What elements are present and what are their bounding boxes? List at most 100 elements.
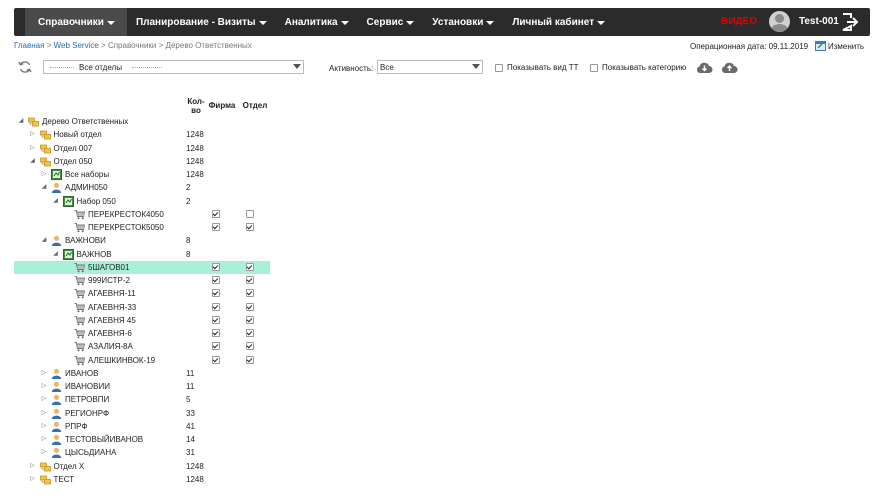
dept-checkbox[interactable] (246, 302, 254, 311)
firm-checkbox[interactable] (212, 329, 220, 337)
firm-checkbox[interactable] (212, 342, 220, 351)
tree-node-label[interactable]: Отдел 050 (54, 157, 93, 166)
change-date-link[interactable]: Изменить (828, 42, 864, 51)
tree-node-label[interactable]: АЗАЛИЯ-8А (88, 342, 133, 351)
expand-triangle-icon[interactable]: ▷ (41, 396, 47, 402)
firm-checkbox[interactable] (212, 315, 220, 324)
tree-node-row[interactable]: ▷ РПРФ 41 (14, 420, 270, 433)
tree-node-label[interactable]: ВАЖНОВИ (65, 236, 106, 245)
department-select[interactable]: Все отделы (43, 60, 304, 74)
tree-leaf-row[interactable]: АЛЕШКИНВОК-19 (14, 354, 270, 367)
collapse-triangle-icon[interactable]: ◢ (30, 158, 36, 164)
tree-node-label[interactable]: ЦЫСЬДИАНА (65, 448, 116, 457)
firm-checkbox[interactable] (212, 302, 220, 311)
tree-node-label[interactable]: АДМИН050 (65, 183, 108, 192)
expand-triangle-icon[interactable]: ▷ (41, 171, 47, 177)
collapse-triangle-icon[interactable]: ◢ (53, 198, 59, 204)
expand-triangle-icon[interactable]: ▷ (41, 423, 47, 429)
firm-checkbox[interactable] (212, 289, 220, 298)
tree-node-row[interactable]: ▷ ЦЫСЬДИАНА 31 (14, 446, 270, 459)
nav-menu-item[interactable]: Справочники (25, 8, 127, 36)
username[interactable]: Test-001 (799, 8, 839, 36)
tree-leaf-row[interactable]: АГАЕВНЯ-11 (14, 287, 270, 300)
tree-node-row[interactable]: ◢ Дерево Ответственных (14, 115, 270, 128)
tree-leaf-row[interactable]: 999ИСТР-2 (14, 274, 270, 287)
tree-leaf-row[interactable]: 5ШАГОВ01 (14, 260, 270, 274)
tree-node-label[interactable]: АГАЕВНЯ-33 (88, 303, 136, 312)
firm-checkbox[interactable] (212, 276, 220, 284)
expand-triangle-icon[interactable]: ▷ (30, 131, 36, 137)
tree-node-row[interactable]: ▷ ТЕСТОВЫЙИВАНОВ 14 (14, 433, 270, 446)
tree-leaf-row[interactable]: АГАЕВНЯ 45 (14, 314, 270, 327)
show-category-checkbox[interactable] (590, 63, 598, 72)
tree-node-label[interactable]: Новый отдел (54, 130, 102, 139)
firm-checkbox[interactable] (212, 223, 220, 231)
tree-node-label[interactable]: РПРФ (65, 422, 87, 431)
expand-triangle-icon[interactable]: ▷ (41, 449, 47, 455)
cloud-download-icon[interactable] (696, 61, 713, 74)
nav-menu-item[interactable]: Аналитика (276, 8, 358, 36)
show-tt-type-option[interactable]: Показывать вид ТТ (495, 63, 579, 72)
tree-node-row[interactable]: ▷ Все наборы 1248 (14, 168, 270, 181)
avatar[interactable] (769, 11, 790, 32)
tree-node-row[interactable]: ▷ ИВАНОВ 11 (14, 367, 270, 380)
firm-checkbox[interactable] (212, 262, 220, 271)
expand-triangle-icon[interactable]: ▷ (41, 370, 47, 376)
expand-triangle-icon[interactable]: ▷ (30, 145, 36, 151)
dept-checkbox[interactable] (246, 355, 254, 364)
show-tt-type-checkbox[interactable] (495, 63, 503, 72)
dept-checkbox[interactable] (246, 289, 254, 298)
nav-menu-item[interactable]: Планирование - Визиты (127, 8, 276, 36)
tree-node-row[interactable]: ◢ АДМИН050 2 (14, 181, 270, 194)
tree-node-label[interactable]: РЕГИОНРФ (65, 409, 109, 418)
dept-checkbox[interactable] (246, 315, 254, 324)
expand-triangle-icon[interactable]: ▷ (30, 463, 36, 469)
tree-leaf-row[interactable]: ПЕРЕКРЕСТОК5050 (14, 221, 270, 234)
dept-checkbox[interactable] (246, 209, 254, 218)
expand-triangle-icon[interactable]: ▷ (41, 436, 47, 442)
tree-node-label[interactable]: ВАЖНОВ (77, 250, 112, 259)
tree-node-label[interactable]: Все наборы (65, 170, 109, 179)
nav-menu-item[interactable]: Установки (423, 8, 503, 36)
dept-checkbox[interactable] (246, 223, 254, 231)
tree-node-row[interactable]: ▷ Отдел X 1248 (14, 460, 270, 473)
tree-node-row[interactable]: ◢ Отдел 050 1248 (14, 155, 270, 168)
tree-node-label[interactable]: ПЕРЕКРЕСТОК4050 (88, 210, 164, 219)
collapse-triangle-icon[interactable]: ◢ (18, 118, 24, 124)
tree-node-label[interactable]: Отдел 007 (54, 144, 93, 153)
nav-menu-item[interactable]: Личный кабинет (503, 8, 614, 36)
tree-node-label[interactable]: ИВАНОВИИ (65, 382, 110, 391)
tree-node-label[interactable]: 999ИСТР-2 (88, 276, 130, 285)
collapse-triangle-icon[interactable]: ◢ (53, 251, 59, 257)
tree-leaf-row[interactable]: АГАЕВНЯ-33 (14, 301, 270, 314)
tree-node-row[interactable]: ▷ Отдел 007 1248 (14, 142, 270, 155)
tree-node-label[interactable]: ТЕСТ (54, 475, 75, 484)
firm-checkbox[interactable] (212, 209, 220, 218)
tree-node-row[interactable]: ▷ ТЕСТ 1248 (14, 473, 270, 486)
dept-checkbox[interactable] (246, 342, 254, 351)
tree-node-row[interactable]: ▷ ИВАНОВИИ 11 (14, 380, 270, 393)
tree-node-label[interactable]: ПЕТРОВПИ (65, 395, 109, 404)
dept-checkbox[interactable] (246, 276, 254, 284)
tree-node-label[interactable]: 5ШАГОВ01 (88, 263, 129, 272)
tree-leaf-row[interactable]: АЗАЛИЯ-8А (14, 340, 270, 353)
tree-node-label[interactable]: ИВАНОВ (65, 369, 99, 378)
dept-checkbox[interactable] (246, 329, 254, 337)
breadcrumb-item-directories[interactable]: Справочники (108, 41, 156, 50)
tree-node-label[interactable]: АЛЕШКИНВОК-19 (88, 356, 155, 365)
tree-node-label[interactable]: Набор 050 (77, 197, 116, 206)
tree-node-row[interactable]: ▷ ПЕТРОВПИ 5 (14, 393, 270, 406)
tree-node-row[interactable]: ▷ Новый отдел 1248 (14, 128, 270, 141)
refresh-icon[interactable] (18, 60, 32, 74)
video-link[interactable]: ВИДЕО (721, 8, 757, 36)
show-category-option[interactable]: Показывать категорию (590, 63, 686, 72)
tree-node-label[interactable]: Дерево Ответственных (42, 117, 128, 126)
tree-node-row[interactable]: ◢ ВАЖНОВ 8 (14, 248, 270, 261)
firm-checkbox[interactable] (212, 355, 220, 364)
nav-menu-item[interactable]: Сервис (358, 8, 424, 36)
tree-leaf-row[interactable]: ПЕРЕКРЕСТОК4050 (14, 208, 270, 221)
collapse-triangle-icon[interactable]: ◢ (41, 184, 47, 190)
tree-node-label[interactable]: АГАЕВНЯ-11 (88, 289, 136, 298)
expand-triangle-icon[interactable]: ▷ (41, 410, 47, 416)
tree-node-label[interactable]: ПЕРЕКРЕСТОК5050 (88, 223, 164, 232)
